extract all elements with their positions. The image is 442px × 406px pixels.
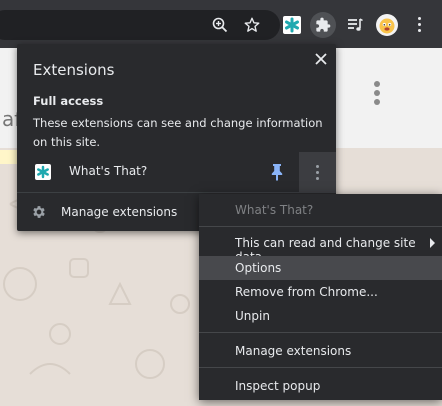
browser-toolbar bbox=[0, 0, 442, 48]
context-menu-header: What's That? bbox=[235, 203, 314, 217]
bookmark-star-icon[interactable] bbox=[239, 12, 265, 38]
menu-item-manage-extensions[interactable]: Manage extensions bbox=[199, 339, 442, 363]
manage-extensions-label: Manage extensions bbox=[61, 205, 178, 219]
extension-more-icon[interactable] bbox=[299, 152, 336, 192]
extension-context-menu: What's That? This can read and change si… bbox=[199, 194, 442, 400]
gear-icon bbox=[31, 204, 47, 220]
close-icon[interactable] bbox=[312, 50, 330, 68]
whats-that-extension-icon[interactable] bbox=[279, 12, 305, 38]
extension-row[interactable]: What's That? bbox=[17, 152, 336, 192]
media-queue-icon[interactable] bbox=[342, 12, 368, 38]
access-description: These extensions can see and change info… bbox=[33, 116, 323, 149]
submenu-arrow-icon bbox=[430, 238, 435, 248]
extension-name: What's That? bbox=[69, 164, 148, 178]
puzzle-icon[interactable] bbox=[310, 12, 336, 38]
zoom-icon[interactable] bbox=[207, 12, 233, 38]
access-heading: Full access bbox=[33, 94, 104, 108]
address-bar[interactable] bbox=[0, 10, 280, 40]
menu-item-inspect-popup[interactable]: Inspect popup bbox=[199, 374, 442, 398]
extensions-panel-title: Extensions bbox=[33, 61, 115, 79]
notice-strip bbox=[0, 150, 18, 164]
menu-separator bbox=[199, 332, 442, 333]
page-kebab-icon[interactable] bbox=[374, 78, 380, 108]
menu-item-options[interactable]: Options bbox=[199, 256, 442, 280]
whats-that-logo-icon bbox=[35, 164, 51, 180]
pin-icon[interactable] bbox=[269, 163, 285, 181]
menu-item-remove[interactable]: Remove from Chrome... bbox=[199, 280, 442, 304]
profile-avatar[interactable] bbox=[374, 12, 400, 38]
menu-item-site-data[interactable]: This can read and change site data bbox=[199, 231, 442, 264]
menu-item-unpin[interactable]: Unpin bbox=[199, 304, 442, 328]
menu-separator bbox=[199, 226, 442, 227]
browser-menu-icon[interactable] bbox=[409, 15, 429, 35]
menu-separator bbox=[199, 367, 442, 368]
